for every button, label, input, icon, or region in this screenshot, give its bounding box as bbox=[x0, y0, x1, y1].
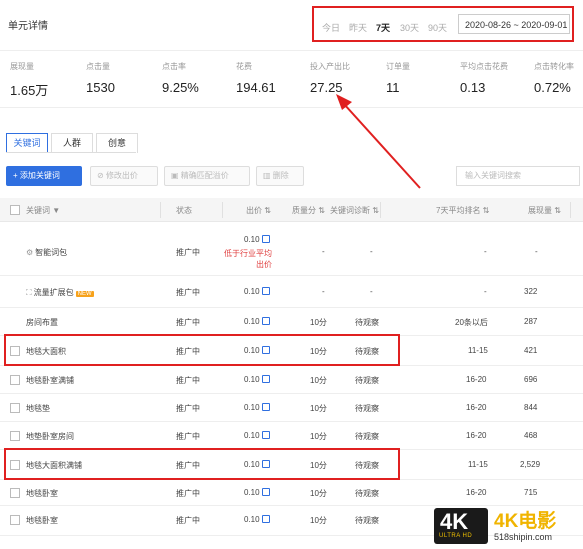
brand-url: 518shipin.com bbox=[494, 532, 553, 542]
badge-text: 4K bbox=[440, 509, 469, 534]
badge-subtext: ULTRA HD bbox=[439, 533, 473, 539]
annotation-arrow bbox=[336, 94, 421, 189]
logo-badge: 4K ULTRA HD bbox=[434, 508, 488, 544]
watermark-logo: 4K ULTRA HD 4K电影 518shipin.com bbox=[434, 503, 580, 545]
brand-name: 4K电影 bbox=[494, 511, 557, 532]
